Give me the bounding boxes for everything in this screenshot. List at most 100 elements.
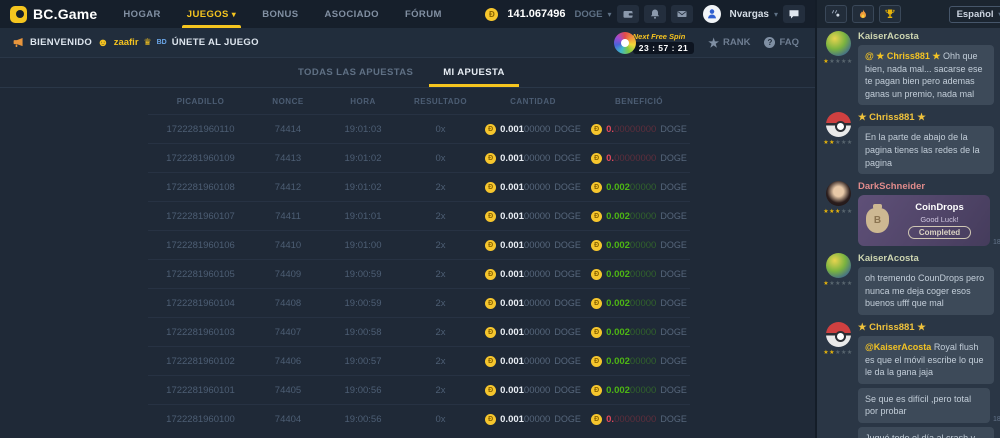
- nav-item-label: BONUS: [262, 9, 298, 20]
- table-row[interactable]: 1722281960103 74407 19:00:58 2x Ð0.00100…: [148, 317, 690, 346]
- balance-currency[interactable]: DOGE: [575, 9, 603, 20]
- bet-time: 19:01:03: [323, 124, 403, 135]
- user-avatar[interactable]: [703, 5, 721, 23]
- nav-item-label: JUEGOS: [187, 9, 229, 20]
- bet-amount: Ð0.00100000DOGE: [478, 327, 588, 338]
- chevron-down-icon: ▾: [232, 10, 236, 19]
- bet-nonce: 74411: [253, 211, 323, 222]
- table-row[interactable]: 1722281960108 74412 19:01:02 2x Ð0.00100…: [148, 172, 690, 201]
- avatar[interactable]: [826, 181, 851, 206]
- nav-item[interactable]: BONUS ▾: [262, 0, 298, 28]
- chat-username[interactable]: ★ Chriss881 ★: [858, 322, 1000, 333]
- tab-my-bets[interactable]: MI APUESTA: [443, 67, 505, 87]
- bet-amount: Ð0.00100000DOGE: [478, 356, 588, 367]
- chat-message-left: ★★★★★: [825, 31, 851, 105]
- bet-amount: Ð0.00100000DOGE: [478, 414, 588, 425]
- avatar[interactable]: [826, 112, 851, 137]
- mention-link[interactable]: @ ★ Chriss881 ★: [865, 51, 943, 61]
- crown-icon: ♛: [144, 37, 152, 48]
- avatar[interactable]: [826, 31, 851, 56]
- table-row[interactable]: 1722281960102 74406 19:00:57 2x Ð0.00100…: [148, 346, 690, 375]
- avatar[interactable]: [826, 322, 851, 347]
- chat-bubble: En la parte de abajo de la pagina tienes…: [858, 126, 994, 174]
- bet-hash: 1722281960110: [148, 124, 253, 135]
- top-navbar: BC.Game HOGAR ▾ JUEGOS ▾ BONUS ▾ ASOCIAD…: [0, 0, 815, 28]
- contest-button[interactable]: [879, 5, 901, 23]
- free-spin-widget[interactable]: Next Free Spin 23 : 57 : 21: [614, 32, 694, 54]
- column-header: PICADILLO: [148, 97, 253, 106]
- avatar[interactable]: [826, 253, 851, 278]
- rank-link[interactable]: ★ RANK: [708, 36, 750, 50]
- language-selector[interactable]: Español ▾: [949, 6, 1000, 23]
- table-row[interactable]: 1722281960100 74404 19:00:56 0x Ð0.00100…: [148, 404, 690, 433]
- bet-result: 2x: [403, 269, 478, 280]
- bcgame-app: BC.Game HOGAR ▾ JUEGOS ▾ BONUS ▾ ASOCIAD…: [0, 0, 1000, 438]
- messages-button[interactable]: [671, 5, 693, 23]
- mention-link[interactable]: @KaiserAcosta: [865, 342, 934, 352]
- welcome-username[interactable]: zaafir: [114, 37, 139, 48]
- bet-nonce: 74406: [253, 356, 323, 367]
- doge-coin-icon: Ð: [591, 298, 602, 309]
- bet-result: 2x: [403, 385, 478, 396]
- bet-hash: 1722281960108: [148, 182, 253, 193]
- bet-nonce: 74413: [253, 153, 323, 164]
- table-row[interactable]: 1722281960110 74414 19:01:03 0x Ð0.00100…: [148, 114, 690, 143]
- nav-item[interactable]: FÓRUM ▾: [405, 0, 442, 28]
- bet-nonce: 74407: [253, 327, 323, 338]
- bet-hash: 1722281960102: [148, 356, 253, 367]
- chat-toggle-button[interactable]: [783, 5, 805, 23]
- bet-time: 19:01:02: [323, 153, 403, 164]
- chat-message-body: ★ Chriss881 ★ En la parte de abajo de la…: [858, 112, 1000, 174]
- nav-item-label: FÓRUM: [405, 9, 442, 20]
- coindrops-card[interactable]: BCoinDropsGood Luck!Completed: [858, 195, 990, 246]
- notifications-button[interactable]: [644, 5, 666, 23]
- bet-hash: 1722281960107: [148, 211, 253, 222]
- card-completed-button[interactable]: Completed: [908, 226, 971, 239]
- chat-username[interactable]: KaiserAcosta: [858, 253, 1000, 264]
- bet-time: 19:00:57: [323, 356, 403, 367]
- bet-amount: Ð0.00100000DOGE: [478, 269, 588, 280]
- user-stars: ★★★★★: [823, 280, 852, 287]
- user-stars: ★★★★★: [823, 349, 852, 356]
- table-row[interactable]: 1722281960101 74405 19:00:56 2x Ð0.00100…: [148, 375, 690, 404]
- bet-hash: 1722281960105: [148, 269, 253, 280]
- table-row[interactable]: 1722281960107 74411 19:01:01 2x Ð0.00100…: [148, 201, 690, 230]
- username[interactable]: Nvargas: [730, 9, 769, 20]
- table-row[interactable]: 1722281960109 74413 19:01:02 0x Ð0.00100…: [148, 143, 690, 172]
- bet-profit: Ð0.00200000DOGE: [588, 240, 690, 251]
- wallet-button[interactable]: [617, 5, 639, 23]
- bet-result: 0x: [403, 124, 478, 135]
- chat-message-body: ★ Chriss881 ★ @KaiserAcosta Royal flush …: [858, 322, 1000, 438]
- doge-coin-icon: Ð: [485, 385, 496, 396]
- chat-username[interactable]: ★ Chriss881 ★: [858, 112, 1000, 123]
- coin-rain-button[interactable]: [825, 5, 847, 23]
- table-row[interactable]: 1722281960104 74408 19:00:59 2x Ð0.00100…: [148, 288, 690, 317]
- chevron-down-icon[interactable]: ▾: [774, 10, 778, 19]
- nav-item[interactable]: HOGAR ▾: [123, 0, 160, 28]
- chat-message-body: KaiserAcosta oh tremendo CounDrops pero …: [858, 253, 1000, 315]
- bet-result: 2x: [403, 240, 478, 251]
- hot-games-button[interactable]: [852, 5, 874, 23]
- doge-coin-icon: Ð: [485, 298, 496, 309]
- chat-username[interactable]: DarkSchneider: [858, 181, 1000, 192]
- nav-item[interactable]: JUEGOS ▾: [187, 0, 236, 28]
- chat-message-left: ★★★★★: [825, 322, 851, 438]
- bet-profit: Ð0.00200000DOGE: [588, 211, 690, 222]
- tab-all-bets[interactable]: TODAS LAS APUESTAS: [298, 67, 413, 87]
- chevron-down-icon[interactable]: ▾: [608, 10, 612, 19]
- bet-nonce: 74412: [253, 182, 323, 193]
- bets-table-header: PICADILLONONCEHORARESULTADOCANTIDADBENEF…: [148, 88, 690, 114]
- table-row[interactable]: 1722281960106 74410 19:01:00 2x Ð0.00100…: [148, 230, 690, 259]
- chat-username[interactable]: KaiserAcosta: [858, 31, 1000, 42]
- bcgame-logo[interactable]: BC.Game: [10, 6, 97, 23]
- faq-link[interactable]: ? FAQ: [764, 37, 799, 48]
- chat-message-list[interactable]: ★★★★★ KaiserAcosta @ ★ Chriss881 ★ Ohh q…: [817, 28, 1000, 438]
- nav-item[interactable]: ASOCIADO ▾: [325, 0, 379, 28]
- nav-item-label: ASOCIADO: [325, 9, 379, 20]
- spin-wheel-icon: [614, 32, 636, 54]
- person-icon: [705, 7, 719, 21]
- bet-result: 2x: [403, 182, 478, 193]
- bet-nonce: 74409: [253, 269, 323, 280]
- chat-message-left: ★★★★★: [825, 112, 851, 174]
- table-row[interactable]: 1722281960105 74409 19:00:59 2x Ð0.00100…: [148, 259, 690, 288]
